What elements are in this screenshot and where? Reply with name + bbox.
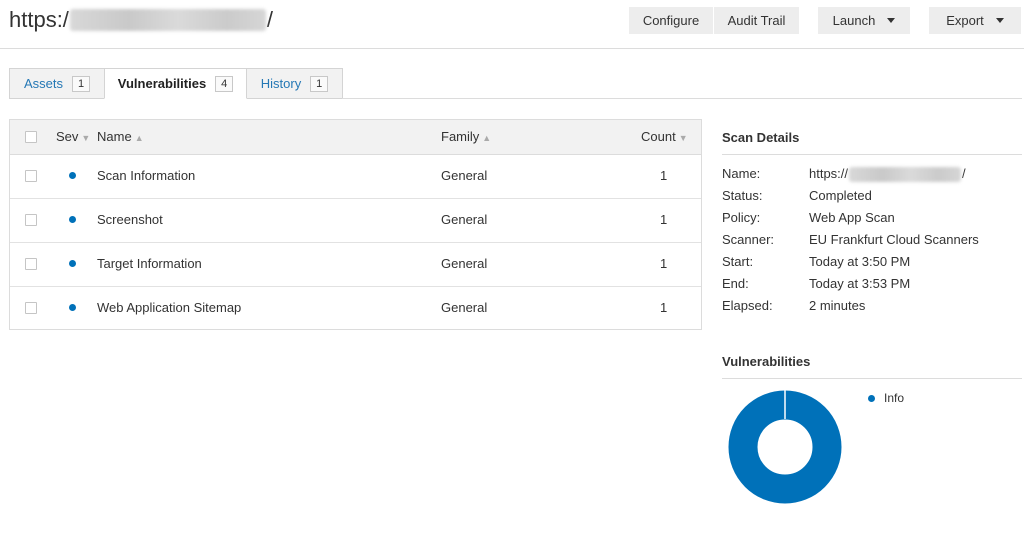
table-header: Sev ▼ Name ▲ Family ▲ Count ▼ [10, 120, 701, 155]
detail-name-prefix: https:// [809, 166, 849, 181]
detail-end-value: Today at 3:53 PM [809, 276, 911, 291]
caret-down-icon [995, 18, 1004, 23]
column-name[interactable]: Name ▲ [97, 129, 144, 144]
scan-details-divider [722, 154, 1022, 155]
scan-details-heading: Scan Details [722, 130, 800, 145]
column-family-label: Family [441, 129, 480, 144]
url-suffix: / [266, 7, 274, 32]
column-count-label: Count [641, 129, 676, 144]
row-checkbox[interactable] [25, 258, 37, 270]
detail-end-label: End: [722, 276, 749, 291]
detail-scanner-label: Scanner: [722, 232, 775, 247]
row-family: General [441, 256, 488, 271]
detail-policy-value: Web App Scan [809, 210, 895, 225]
tab-history-count: 1 [310, 75, 329, 92]
column-name-label: Name [97, 129, 132, 144]
tab-vulnerabilities[interactable]: Vulnerabilities 4 [104, 68, 247, 99]
launch-button[interactable]: Launch [818, 7, 910, 34]
detail-start-label: Start: [722, 254, 754, 269]
vulnerabilities-table: Sev ▼ Name ▲ Family ▲ Count ▼ Scan Informati… [9, 119, 702, 330]
row-family: General [441, 300, 488, 315]
sort-asc-icon: ▲ [482, 133, 492, 143]
select-all-checkbox[interactable] [25, 131, 37, 143]
row-name: Target Information [97, 256, 202, 271]
sort-desc-icon: ▼ [678, 133, 688, 143]
detail-elapsed-label: Elapsed: [722, 298, 773, 313]
export-label: Export [946, 13, 984, 28]
configure-button[interactable]: Configure [629, 7, 713, 34]
row-checkbox[interactable] [25, 302, 37, 314]
audit-trail-label: Audit Trail [727, 13, 786, 28]
detail-name-value: https:// / [809, 166, 966, 183]
tab-history[interactable]: History 1 [246, 68, 343, 99]
vulnerabilities-donut-chart [728, 390, 842, 504]
url-prefix: https:/ [9, 7, 69, 32]
row-count: 1 [660, 212, 668, 227]
detail-policy-label: Policy: [722, 210, 761, 225]
detail-status-value: Completed [809, 188, 872, 203]
page-title: https:/ / [9, 6, 273, 34]
vulnerabilities-heading: Vulnerabilities [722, 354, 811, 369]
sort-asc-icon: ▲ [134, 133, 144, 143]
row-name: Screenshot [97, 212, 163, 227]
detail-start-value: Today at 3:50 PM [809, 254, 911, 269]
column-family[interactable]: Family ▲ [441, 129, 491, 144]
tab-assets-count: 1 [72, 75, 90, 92]
table-row[interactable]: Screenshot General 1 [10, 198, 701, 243]
legend-info-icon [868, 395, 875, 402]
caret-down-icon [887, 18, 896, 23]
tab-vulnerabilities-label: Vulnerabilities [117, 76, 207, 91]
tab-assets[interactable]: Assets 1 [9, 68, 105, 99]
severity-info-icon [69, 172, 76, 179]
row-count: 1 [660, 168, 668, 183]
table-row[interactable]: Target Information General 1 [10, 242, 701, 287]
audit-trail-button[interactable]: Audit Trail [714, 7, 799, 34]
redacted-hostname [849, 167, 962, 183]
vulnerabilities-divider [722, 378, 1022, 379]
vulnerabilities-panel: Vulnerabilities Info [722, 354, 1022, 514]
row-count: 1 [660, 300, 668, 315]
launch-label: Launch [832, 13, 876, 28]
row-checkbox[interactable] [25, 170, 37, 182]
redacted-hostname [69, 9, 266, 31]
severity-info-icon [69, 304, 76, 311]
export-button[interactable]: Export [929, 7, 1021, 34]
row-count: 1 [660, 256, 668, 271]
configure-label: Configure [642, 13, 700, 28]
row-family: General [441, 212, 488, 227]
row-name: Scan Information [97, 168, 196, 183]
severity-info-icon [69, 216, 76, 223]
row-checkbox[interactable] [25, 214, 37, 226]
detail-status-label: Status: [722, 188, 763, 203]
sort-desc-icon: ▼ [81, 133, 91, 143]
row-name: Web Application Sitemap [97, 300, 242, 315]
tab-divider [342, 98, 1022, 99]
column-sev-label: Sev [56, 129, 79, 144]
tab-assets-label: Assets [23, 76, 63, 91]
detail-elapsed-value: 2 minutes [809, 298, 866, 313]
tab-history-label: History [260, 76, 302, 91]
detail-name-suffix: / [962, 166, 966, 181]
legend-info-label: Info [884, 391, 905, 405]
table-row[interactable]: Scan Information General 1 [10, 154, 701, 199]
table-row[interactable]: Web Application Sitemap General 1 [10, 286, 701, 330]
header-divider [0, 48, 1024, 49]
column-count[interactable]: Count ▼ [641, 129, 688, 144]
row-family: General [441, 168, 488, 183]
detail-name-label: Name: [722, 166, 761, 181]
detail-scanner-value: EU Frankfurt Cloud Scanners [809, 232, 979, 247]
tab-vulnerabilities-count: 4 [215, 75, 234, 92]
scan-details-panel: Scan Details Name: https:// / Status: Com… [722, 130, 1022, 320]
severity-info-icon [69, 260, 76, 267]
column-sev[interactable]: Sev ▼ [56, 129, 90, 144]
